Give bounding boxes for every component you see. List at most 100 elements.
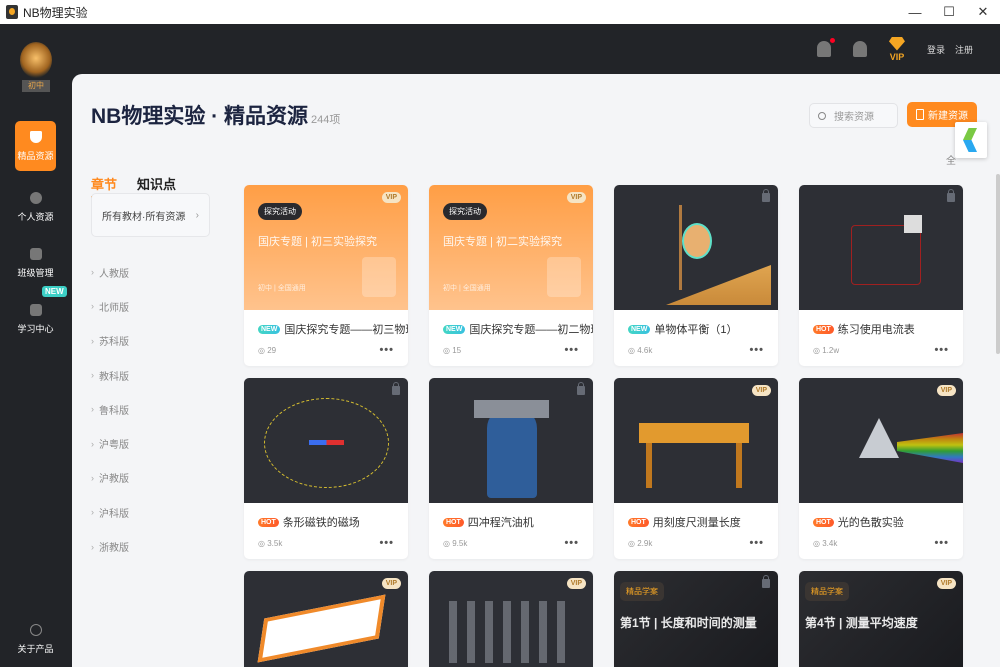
headset-support-icon[interactable] <box>817 41 831 57</box>
category-tag: 探究活动 <box>258 203 302 220</box>
chevron-right-icon: › <box>91 439 94 449</box>
chevron-right-icon: › <box>91 301 94 311</box>
eye-icon: ◎ <box>628 346 637 355</box>
filter-label: 所有教材·所有资源 <box>102 208 185 223</box>
vip-badge: VIP <box>937 578 956 589</box>
sidebar-item-label: 关于产品 <box>17 642 53 655</box>
vip-label: VIP <box>890 52 905 62</box>
sidebar-item-learning-center[interactable]: 学习中心 <box>15 294 56 344</box>
resource-card[interactable]: 精品学案第4节 | 测量平均速度VIP <box>799 571 963 667</box>
view-count-value: 9.5k <box>452 539 467 548</box>
hot-badge: HOT <box>628 518 649 527</box>
card-thumbnail <box>429 378 593 503</box>
resource-card[interactable]: 探究活动国庆专题 | 初三实验探究初中 | 全国通用VIPNEW国庆探究专题——… <box>244 185 408 366</box>
edition-item[interactable]: ›浙教版 <box>91 529 129 563</box>
card-thumbnail <box>614 185 778 310</box>
resource-card[interactable]: VIP <box>244 571 408 667</box>
info-icon <box>30 624 42 636</box>
view-count: ◎ 29 <box>258 346 276 355</box>
page-title-text: NB物理实验 · 精品资源 <box>91 105 308 128</box>
more-options-button[interactable]: ••• <box>749 344 764 356</box>
register-link[interactable]: 注册 <box>955 43 973 56</box>
vip-button[interactable]: VIP <box>889 37 905 62</box>
vip-badge: VIP <box>752 385 771 396</box>
sidebar-item-premium-resources[interactable]: 精品资源 <box>15 121 56 171</box>
thumbnail-subtitle: 初中 | 全国通用 <box>258 283 306 293</box>
sidebar-item-personal-resources[interactable]: 个人资源 <box>15 182 56 232</box>
chevron-right-icon: › <box>91 370 94 380</box>
more-options-button[interactable]: ••• <box>934 537 949 549</box>
resource-card[interactable]: 精品学案第1节 | 长度和时间的测量 <box>614 571 778 667</box>
edition-label: 教科版 <box>99 368 129 383</box>
sidebar-item-label: 个人资源 <box>17 210 53 223</box>
grade-selector[interactable]: 初中 <box>16 38 56 98</box>
textbook-filter[interactable]: 所有教材·所有资源› <box>91 193 210 237</box>
card-thumbnail: 探究活动国庆专题 | 初二实验探究初中 | 全国通用VIP <box>429 185 593 310</box>
resource-card[interactable]: VIP <box>429 571 593 667</box>
card-title: 光的色散实验 <box>838 514 904 530</box>
floating-app-icon[interactable] <box>955 122 987 158</box>
edition-item[interactable]: ›沪科版 <box>91 495 129 529</box>
more-options-button[interactable]: ••• <box>379 344 394 356</box>
add-document-icon <box>916 109 924 120</box>
more-options-button[interactable]: ••• <box>749 537 764 549</box>
edition-label: 沪粤版 <box>99 436 129 451</box>
thumbnail-subtitle: 初中 | 全国通用 <box>443 283 491 293</box>
eye-icon: ◎ <box>813 346 822 355</box>
more-options-button[interactable]: ••• <box>934 344 949 356</box>
edition-item[interactable]: › 教科版 <box>91 358 129 392</box>
sidebar-item-class-management[interactable]: 班级管理 <box>15 238 56 288</box>
bell-icon[interactable] <box>853 41 867 57</box>
edition-item[interactable]: › 沪粤版 <box>91 426 129 460</box>
card-title: 用刻度尺测量长度 <box>653 514 741 530</box>
resource-card[interactable]: VIP HOT 用刻度尺测量长度◎ 2.9k ••• <box>614 378 778 559</box>
card-title: 国庆探究专题——初三物理 <box>284 321 408 337</box>
resource-card[interactable]: HOT四冲程汽油机◎ 9.5k••• <box>429 378 593 559</box>
edition-item[interactable]: ›沪教版 <box>91 461 129 495</box>
edition-item[interactable]: ›鲁科版 <box>91 392 129 426</box>
card-title: 单物体平衡（1） <box>654 321 737 337</box>
window-title: NB物理实验 <box>23 4 88 21</box>
edition-item[interactable]: ›人教版 <box>91 255 129 289</box>
lock-icon <box>392 386 400 395</box>
login-link[interactable]: 登录 <box>927 43 945 56</box>
category-tag: 探究活动 <box>443 203 487 220</box>
view-count: ◎ 15 <box>443 346 461 355</box>
minimize-button[interactable]: — <box>898 0 932 24</box>
more-options-button[interactable]: ••• <box>379 537 394 549</box>
edition-item[interactable]: ›苏科版 <box>91 324 129 358</box>
search-placeholder: 搜索资源 <box>834 108 874 123</box>
edition-label: 苏科版 <box>99 333 129 348</box>
chevron-right-icon: › <box>91 404 94 414</box>
resource-card[interactable]: 探究活动国庆专题 | 初二实验探究初中 | 全国通用VIPNEW国庆探究专题——… <box>429 185 593 366</box>
resource-card[interactable]: NEW 单物体平衡（1）◎ 4.6k ••• <box>614 185 778 366</box>
edition-label: 人教版 <box>99 265 129 280</box>
edition-list: ›人教版›北师版›苏科版›教科版›鲁科版›沪粤版›沪教版›沪科版›浙教版 <box>91 255 129 564</box>
close-button[interactable]: ✕ <box>966 0 1000 24</box>
edition-label: 沪科版 <box>99 505 129 520</box>
resource-card[interactable]: HOT练习使用电流表◎ 1.2w••• <box>799 185 963 366</box>
app-icon <box>6 5 18 19</box>
edition-item[interactable]: ›北师版 <box>91 289 129 323</box>
resource-card[interactable]: HOT条形磁铁的磁场◎ 3.5k••• <box>244 378 408 559</box>
view-count-value: 2.9k <box>637 539 652 548</box>
lock-icon <box>762 193 770 202</box>
view-count: ◎ 4.6k <box>628 346 652 355</box>
view-count-value: 3.5k <box>267 539 282 548</box>
bulb-logo-icon <box>20 42 52 78</box>
maximize-button[interactable]: ☐ <box>932 0 966 24</box>
scrollbar[interactable] <box>996 174 1000 354</box>
new-badge: NEW <box>628 325 650 334</box>
user-icon <box>30 192 42 204</box>
more-options-button[interactable]: ••• <box>564 537 579 549</box>
card-thumbnail: VIP <box>614 378 778 503</box>
view-count: ◎ 1.2w <box>813 346 839 355</box>
view-count: ◎ 2.9k <box>628 539 652 548</box>
resource-card[interactable]: VIPHOT光的色散实验◎ 3.4k••• <box>799 378 963 559</box>
vip-badge: VIP <box>382 578 401 589</box>
view-count-value: 1.2w <box>822 346 839 355</box>
sidebar-item-about[interactable]: 关于产品 <box>15 614 56 664</box>
search-input[interactable]: 搜索资源 <box>809 103 898 128</box>
more-options-button[interactable]: ••• <box>564 344 579 356</box>
card-thumbnail: VIP <box>799 378 963 503</box>
